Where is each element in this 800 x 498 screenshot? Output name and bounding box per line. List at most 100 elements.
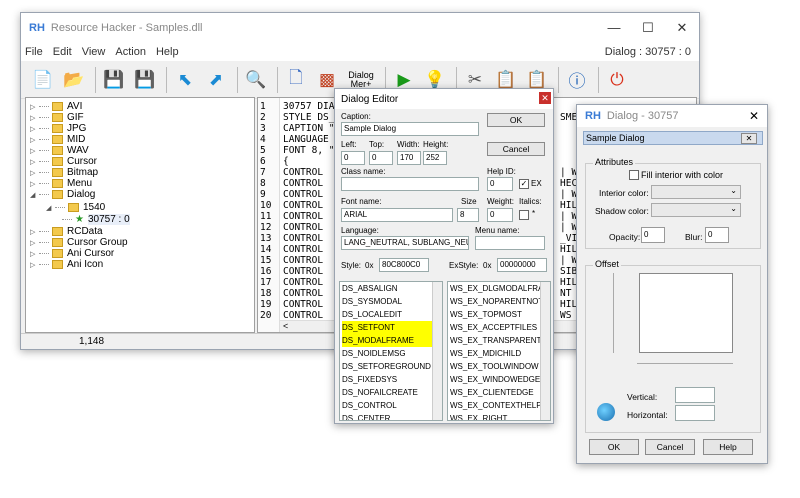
minimize-button[interactable]: —	[597, 20, 631, 36]
font-weight-field[interactable]: 0	[487, 208, 513, 222]
help-id-field[interactable]: 0	[487, 177, 513, 191]
chevron-right-icon[interactable]: ▷	[30, 103, 37, 111]
vertical-scrollbar[interactable]	[540, 282, 550, 420]
list-item[interactable]: DS_FIXEDSYS	[342, 373, 432, 386]
italics-checkbox[interactable]	[519, 210, 529, 220]
ex-checkbox[interactable]: ✓	[519, 179, 529, 189]
open-folder-icon[interactable]: 📂	[60, 66, 88, 94]
preview-close-icon[interactable]: ✕	[741, 133, 757, 144]
cancel-button[interactable]: Cancel	[487, 142, 545, 156]
chevron-right-icon[interactable]: ▷	[30, 125, 37, 133]
tree-item[interactable]: ▷ Cursor	[30, 156, 97, 167]
list-item[interactable]: DS_SETFOREGROUND	[342, 360, 432, 373]
preview-ok-button[interactable]: OK	[589, 439, 639, 455]
list-item[interactable]: DS_CONTROL	[342, 399, 432, 412]
list-item-selected[interactable]: DS_MODALFRAME	[342, 334, 432, 347]
list-item[interactable]: WS_EX_TOPMOST	[450, 308, 540, 321]
tree-item[interactable]: ◢ 1540	[46, 202, 105, 213]
exstyle-list[interactable]: WS_EX_DLGMODALFRAM WS_EX_NOPARENTNOTIF W…	[447, 281, 551, 421]
class-name-field[interactable]	[341, 177, 479, 191]
chevron-right-icon[interactable]: ▷	[30, 180, 37, 188]
tree-item[interactable]: ◢ Dialog	[30, 189, 95, 200]
style-field[interactable]: 80C800C0	[379, 258, 429, 272]
style-list[interactable]: DS_ABSALIGN DS_SYSMODAL DS_LOCALEDIT DS_…	[339, 281, 443, 421]
opacity-spinner[interactable]: 0	[641, 227, 665, 243]
shadow-color-select[interactable]: ⌄	[651, 203, 741, 217]
find-icon[interactable]: 🔍	[242, 66, 270, 94]
save-icon[interactable]: 💾	[100, 66, 128, 94]
tree-item[interactable]: ▷ WAV	[30, 145, 89, 156]
preview-help-button[interactable]: Help	[703, 439, 753, 455]
horizontal-field[interactable]	[675, 405, 715, 421]
chevron-right-icon[interactable]: ▷	[30, 228, 37, 236]
chevron-right-icon[interactable]: ▷	[30, 239, 37, 247]
save-as-icon[interactable]: 💾	[131, 66, 159, 94]
menu-file[interactable]: File	[25, 46, 43, 58]
height-field[interactable]: 252	[423, 151, 447, 165]
chevron-down-icon[interactable]: ◢	[30, 191, 37, 199]
chevron-right-icon[interactable]: ▷	[30, 136, 37, 144]
width-field[interactable]: 170	[397, 151, 421, 165]
export-arrow-icon[interactable]: ⬈	[202, 66, 230, 94]
chevron-left-icon[interactable]: <	[283, 321, 288, 331]
tree-item[interactable]: ▷ GIF	[30, 112, 84, 123]
offset-horizontal-slider[interactable]	[637, 363, 733, 369]
left-field[interactable]: 0	[341, 151, 365, 165]
list-item[interactable]: WS_EX_DLGMODALFRAM	[450, 282, 550, 295]
vertical-scrollbar[interactable]	[432, 282, 442, 420]
list-item-selected[interactable]: DS_SETFONT	[342, 321, 432, 334]
maximize-button[interactable]: ☐	[631, 20, 665, 36]
preview-cancel-button[interactable]: Cancel	[645, 439, 695, 455]
language-field[interactable]: LANG_NEUTRAL, SUBLANG_NEUT	[341, 236, 469, 250]
new-file-icon[interactable]: 📄	[29, 66, 57, 94]
list-item[interactable]: WS_EX_MDICHILD	[450, 347, 540, 360]
exstyle-field[interactable]: 00000000	[497, 258, 547, 272]
blur-spinner[interactable]: 0	[705, 227, 729, 243]
chevron-right-icon[interactable]: ▷	[30, 250, 37, 258]
fill-interior-checkbox[interactable]	[629, 170, 639, 180]
list-item[interactable]: WS_EX_RIGHT	[450, 412, 540, 420]
interior-color-select[interactable]: ⌄	[651, 185, 741, 199]
tree-item[interactable]: ▷ MID	[30, 134, 85, 145]
import-arrow-icon[interactable]: ⬉	[171, 66, 199, 94]
info-icon[interactable]: ⓘ	[563, 66, 591, 94]
list-item[interactable]: DS_LOCALEDIT	[342, 308, 432, 321]
font-size-field[interactable]: 8	[457, 208, 479, 222]
chevron-right-icon[interactable]: ▷	[30, 114, 37, 122]
tree-item[interactable]: ▷ Ani Icon	[30, 259, 103, 270]
tree-item[interactable]: ▷ JPG	[30, 123, 86, 134]
menu-name-field[interactable]	[475, 236, 545, 250]
tree-item[interactable]: ▷ Ani Cursor	[30, 248, 114, 259]
vertical-field[interactable]	[675, 387, 715, 403]
resource-tree[interactable]: ▷ AVI ▷ GIF ▷ JPG ▷ MID ▷ WAV ▷ Cursor ▷ Bitmap…	[25, 97, 255, 333]
chevron-right-icon[interactable]: ▷	[30, 147, 37, 155]
tree-item[interactable]: ▷ AVI	[30, 101, 82, 112]
list-item[interactable]: WS_EX_ACCEPTFILES	[450, 321, 540, 334]
offset-vertical-slider[interactable]	[613, 273, 619, 353]
font-name-field[interactable]: ARIAL	[341, 208, 453, 222]
list-item[interactable]: DS_NOIDLEMSG	[342, 347, 432, 360]
close-icon[interactable]: ✕	[749, 109, 759, 123]
list-item[interactable]: DS_SYSMODAL	[342, 295, 432, 308]
list-item[interactable]: WS_EX_CLIENTEDGE	[450, 386, 540, 399]
caption-field[interactable]: Sample Dialog	[341, 122, 479, 136]
power-icon[interactable]: ⏻	[603, 66, 631, 94]
list-item[interactable]: DS_CENTER	[342, 412, 432, 420]
list-item[interactable]: WS_EX_NOPARENTNOTIF	[450, 295, 550, 308]
tree-item[interactable]: ★ 30757 : 0	[62, 214, 130, 225]
tree-item[interactable]: ▷ Cursor Group	[30, 237, 128, 248]
chevron-right-icon[interactable]: ▷	[30, 169, 37, 177]
chevron-down-icon[interactable]: ◢	[46, 204, 53, 212]
menu-view[interactable]: View	[82, 46, 106, 58]
menu-help[interactable]: Help	[156, 46, 179, 58]
list-item[interactable]: WS_EX_TRANSPARENT	[450, 334, 541, 347]
tree-item[interactable]: ▷ Menu	[30, 178, 92, 189]
top-field[interactable]: 0	[369, 151, 393, 165]
menu-edit[interactable]: Edit	[53, 46, 72, 58]
list-item[interactable]: WS_EX_CONTEXTHELP	[450, 399, 542, 412]
chevron-right-icon[interactable]: ▷	[30, 158, 37, 166]
list-item[interactable]: WS_EX_TOOLWINDOW	[450, 360, 540, 373]
tree-item[interactable]: ▷ Bitmap	[30, 167, 98, 178]
tree-item[interactable]: ▷ RCData	[30, 226, 103, 237]
ok-button[interactable]: OK	[487, 113, 545, 127]
